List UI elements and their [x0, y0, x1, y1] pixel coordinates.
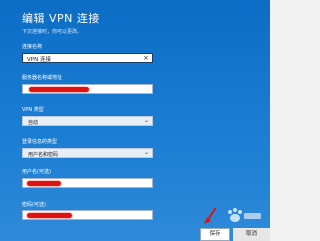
password-input[interactable] [22, 210, 153, 220]
watermark-icon [228, 208, 261, 222]
signin-type-select[interactable]: 用户名和密码 ⌄ [22, 148, 153, 158]
dialog-subtitle: 下次连接时，你可以更改。 [22, 29, 83, 35]
vpn-settings-window: 编辑 VPN 连接 下次连接时，你可以更改。 连接名称 VPN 连接 × 服务器… [0, 0, 270, 241]
signin-type-value: 用户名和密码 [28, 151, 59, 158]
chevron-down-icon: ⌄ [143, 117, 149, 124]
redaction-mark [27, 181, 61, 186]
server-address-input[interactable] [22, 84, 153, 94]
dialog-title: 编辑 VPN 连接 [22, 12, 100, 25]
clear-icon[interactable]: × [143, 54, 149, 62]
username-label: 用户名(可选) [22, 169, 51, 175]
cancel-button[interactable]: 取消 [233, 228, 270, 241]
vpn-type-select[interactable]: 自动 ⌄ [22, 116, 153, 126]
signin-type-label: 登录信息的类型 [22, 139, 58, 145]
vpn-type-label: VPN 类型 [22, 107, 44, 113]
redaction-mark [27, 213, 72, 218]
connection-name-value: VPN 连接 [27, 57, 51, 63]
password-label: 密码(可选) [22, 202, 46, 208]
save-button[interactable]: 保存 [200, 228, 230, 241]
vpn-type-value: 自动 [28, 119, 39, 126]
server-address-label: 服务器名称或地址 [22, 75, 63, 81]
connection-name-input[interactable]: VPN 连接 × [22, 53, 153, 63]
edit-vpn-panel: 编辑 VPN 连接 下次连接时，你可以更改。 连接名称 VPN 连接 × 服务器… [0, 0, 270, 241]
redaction-mark [29, 87, 89, 92]
username-input[interactable] [22, 178, 153, 188]
chevron-down-icon: ⌄ [143, 149, 149, 156]
connection-name-label: 连接名称 [22, 44, 43, 50]
annotation-arrow-icon [204, 208, 216, 224]
